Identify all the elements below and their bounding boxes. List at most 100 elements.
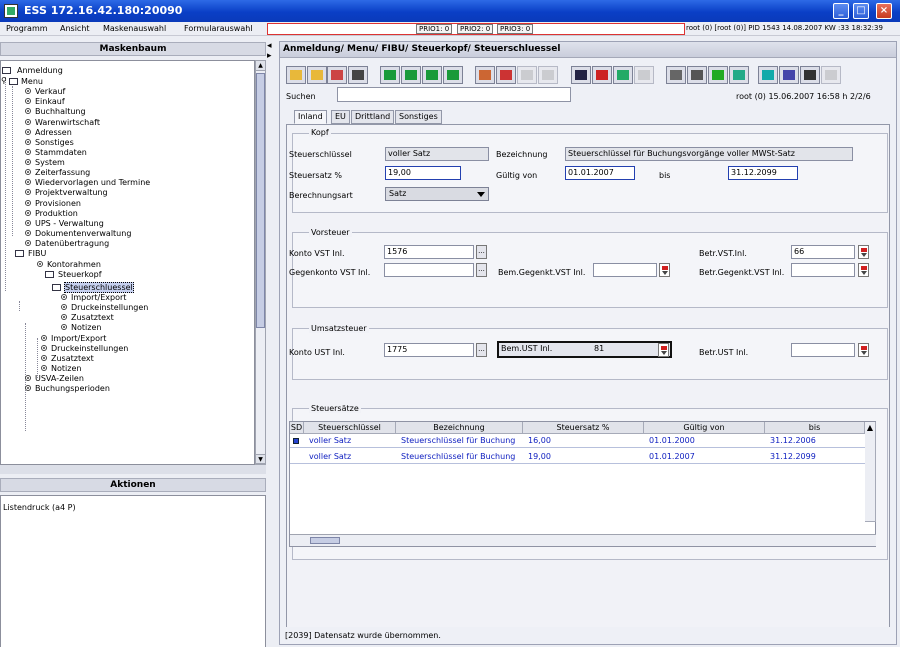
toolbar-button-9-icon[interactable] xyxy=(475,66,495,84)
toolbar-button-20-icon[interactable] xyxy=(729,66,749,84)
betr-vst-picker-icon[interactable] xyxy=(858,245,869,259)
bem-ust-picker-icon[interactable] xyxy=(658,343,669,357)
bem-ust-field[interactable]: 81 xyxy=(594,343,604,355)
scroll-down-icon[interactable]: ▼ xyxy=(256,454,265,464)
toolbar-button-10-icon[interactable] xyxy=(496,66,516,84)
tree-item[interactable]: Import/Export xyxy=(51,334,106,343)
tree-item[interactable]: Adressen xyxy=(35,128,72,137)
tree-item[interactable]: Buchungsperioden xyxy=(35,384,110,393)
toolbar-button-21-icon[interactable] xyxy=(758,66,778,84)
konto-vst-lookup-button[interactable]: ... xyxy=(476,245,487,259)
menu-maskenauswahl[interactable]: Maskenauswahl xyxy=(103,24,166,33)
menu-formularauswahl[interactable]: Formularauswahl xyxy=(184,24,253,33)
tree-item[interactable]: Projektverwaltung xyxy=(35,188,108,197)
toolbar-button-5-icon[interactable] xyxy=(380,66,400,84)
toolbar-button-8-icon[interactable] xyxy=(443,66,463,84)
tree-item[interactable]: Warenwirtschaft xyxy=(35,118,100,127)
tree-item[interactable]: Kontorahmen xyxy=(47,260,101,269)
tab-sonstiges[interactable]: Sonstiges xyxy=(395,110,442,124)
toolbar-button-22-icon[interactable] xyxy=(779,66,799,84)
mask-tree[interactable]: Anmeldung ⚲ Menu Verkauf Einkauf Buchhaltu… xyxy=(0,60,255,465)
panel-splitter[interactable] xyxy=(0,465,266,474)
col-steuersatz[interactable]: Steuersatz % xyxy=(523,422,644,434)
berechnungsart-select[interactable]: Satz xyxy=(385,187,489,201)
close-button[interactable]: × xyxy=(876,3,892,19)
tree-item[interactable]: Produktion xyxy=(35,209,78,218)
tab-drittland[interactable]: Drittland xyxy=(351,110,395,124)
betr-ust-picker-icon[interactable] xyxy=(858,343,869,357)
tree-item[interactable]: Einkauf xyxy=(35,97,65,106)
tree-item[interactable]: Sonstiges xyxy=(35,138,74,147)
toolbar-button-3-icon[interactable] xyxy=(327,66,347,84)
bezeichnung-field[interactable]: Steuerschlüssel für Buchungsvorgänge vol… xyxy=(565,147,853,161)
minimize-button[interactable]: _ xyxy=(833,3,849,19)
steuersaetze-table[interactable]: SD Steuerschlüssel Bezeichnung Steuersat… xyxy=(289,421,876,547)
bis-field[interactable]: 31.12.2099 xyxy=(728,166,798,180)
toolbar-button-11-icon[interactable] xyxy=(517,66,537,84)
toolbar-button-7-icon[interactable] xyxy=(422,66,442,84)
col-steuerschluessel[interactable]: Steuerschlüssel xyxy=(304,422,396,434)
betr-gegenkt-vst-field[interactable] xyxy=(791,263,855,277)
hscroll-thumb[interactable] xyxy=(310,537,340,544)
steuerschluessel-field[interactable]: voller Satz xyxy=(385,147,489,161)
expand-icon[interactable]: ⚲ xyxy=(1,76,7,85)
tree-item[interactable]: USVA-Zeilen xyxy=(35,374,84,383)
tree-item[interactable]: Steuerkopf xyxy=(58,270,102,279)
tree-item[interactable]: Zusatztext xyxy=(71,313,114,322)
gueltig-von-field[interactable]: 01.01.2007 xyxy=(565,166,635,180)
toolbar-button-6-icon[interactable] xyxy=(401,66,421,84)
tree-item[interactable]: Datenübertragung xyxy=(35,239,109,248)
toolbar-button-16-icon[interactable] xyxy=(634,66,654,84)
col-gueltig-von[interactable]: Gültig von xyxy=(644,422,765,434)
tree-item[interactable]: FIBU xyxy=(28,249,46,258)
tree-item-menu[interactable]: Menu xyxy=(21,77,43,86)
action-listendruck[interactable]: Listendruck (a4 P) xyxy=(3,503,76,512)
scroll-up-icon[interactable]: ▲ xyxy=(256,61,265,71)
col-bis[interactable]: bis xyxy=(765,422,865,434)
table-row[interactable]: voller Satz Steuerschlüssel für Buchung … xyxy=(290,435,865,448)
tab-eu[interactable]: EU xyxy=(331,110,350,124)
menu-ansicht[interactable]: Ansicht xyxy=(60,24,90,33)
tree-item[interactable]: System xyxy=(35,158,65,167)
collapse-handle[interactable]: ◂ ▸ xyxy=(267,41,277,61)
toolbar-button-14-icon[interactable] xyxy=(592,66,612,84)
tree-scrollbar[interactable]: ▲ ▼ xyxy=(255,60,266,465)
toolbar-button-1-icon[interactable] xyxy=(286,66,306,84)
toolbar-button-12-icon[interactable] xyxy=(538,66,558,84)
tree-item[interactable]: Zusatztext xyxy=(51,354,94,363)
toolbar-button-24-icon[interactable] xyxy=(821,66,841,84)
maximize-button[interactable]: □ xyxy=(853,3,869,19)
tree-item[interactable]: Steuerschluessel xyxy=(65,283,133,292)
search-input[interactable] xyxy=(337,87,571,102)
toolbar-button-15-icon[interactable] xyxy=(613,66,633,84)
tree-item[interactable]: Druckeinstellungen xyxy=(51,344,128,353)
konto-ust-field[interactable]: 1775 xyxy=(384,343,474,357)
tree-item[interactable]: Stammdaten xyxy=(35,148,87,157)
gegenkonto-vst-field[interactable] xyxy=(384,263,474,277)
betr-ust-field[interactable] xyxy=(791,343,855,357)
tree-item[interactable]: Notizen xyxy=(71,323,101,332)
toolbar-button-2-icon[interactable] xyxy=(307,66,327,84)
steuersatz-field[interactable]: 19,00 xyxy=(385,166,461,180)
bem-gegenkt-vst-field[interactable] xyxy=(593,263,657,277)
toolbar-button-17-icon[interactable] xyxy=(666,66,686,84)
tree-item[interactable]: Notizen xyxy=(51,364,81,373)
col-sd[interactable]: SD xyxy=(290,422,304,434)
scroll-thumb[interactable] xyxy=(256,73,265,328)
tree-item[interactable]: Buchhaltung xyxy=(35,107,86,116)
table-hscroll[interactable] xyxy=(290,534,876,546)
tree-item[interactable]: Zeiterfassung xyxy=(35,168,90,177)
toolbar-button-18-icon[interactable] xyxy=(687,66,707,84)
tab-inland[interactable]: Inland xyxy=(294,110,327,124)
toolbar-button-19-icon[interactable] xyxy=(708,66,728,84)
toolbar-button-4-icon[interactable] xyxy=(348,66,368,84)
tree-item[interactable]: Wiedervorlagen und Termine xyxy=(35,178,150,187)
tree-item[interactable]: Druckeinstellungen xyxy=(71,303,148,312)
toolbar-button-13-icon[interactable] xyxy=(571,66,591,84)
betr-gegenkt-vst-picker-icon[interactable] xyxy=(858,263,869,277)
tree-item[interactable]: Provisionen xyxy=(35,199,81,208)
tree-item[interactable]: Import/Export xyxy=(71,293,126,302)
gegenkonto-vst-lookup-button[interactable]: ... xyxy=(476,263,487,277)
konto-ust-lookup-button[interactable]: ... xyxy=(476,343,487,357)
table-row[interactable]: voller Satz Steuerschlüssel für Buchung … xyxy=(290,451,865,464)
